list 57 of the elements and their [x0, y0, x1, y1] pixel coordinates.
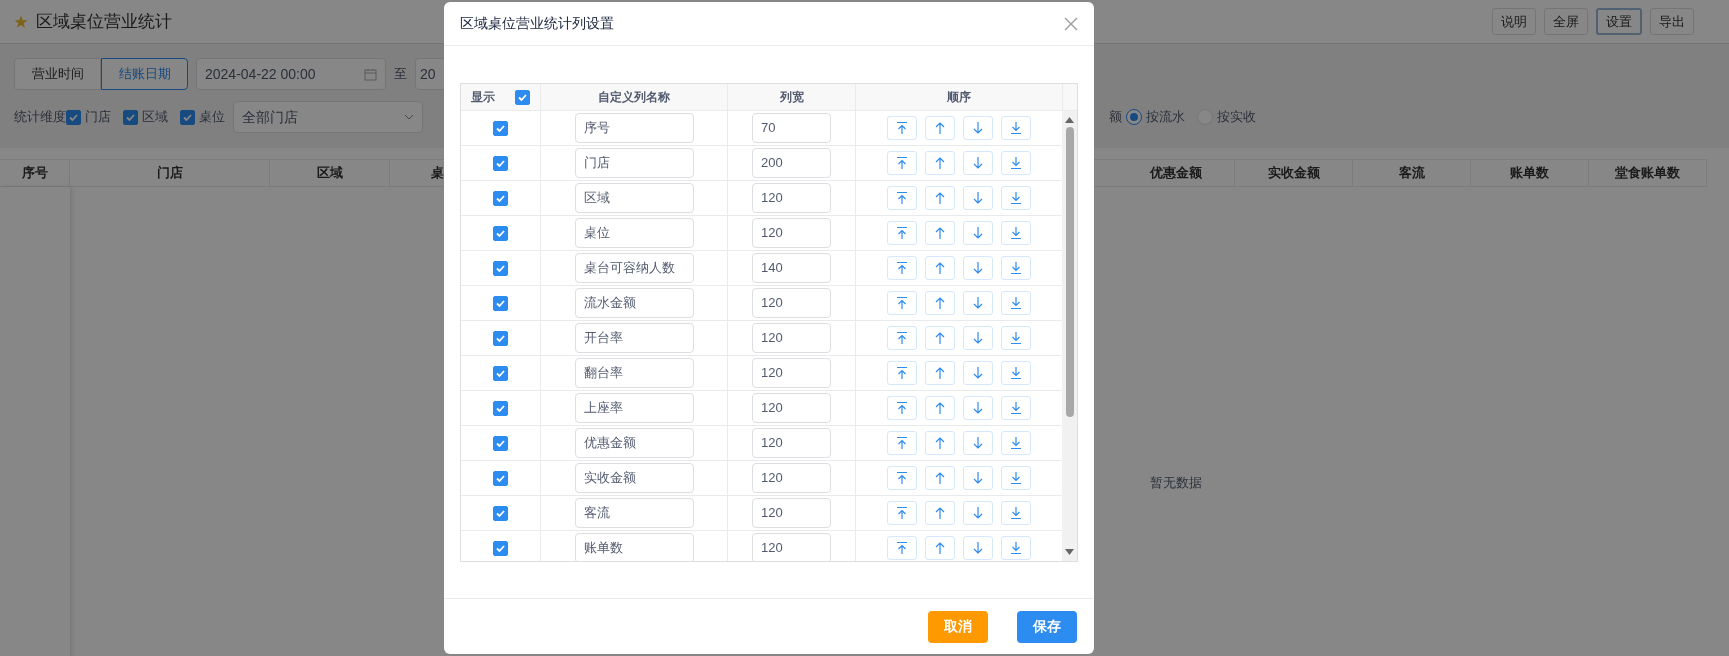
- width-input[interactable]: 120: [752, 428, 831, 458]
- name-input[interactable]: 优惠金额: [574, 428, 694, 458]
- column-header: 区域: [316, 164, 343, 183]
- checkbox-label: 桌位: [199, 108, 225, 127]
- name-input[interactable]: 桌位: [574, 218, 694, 248]
- empty-text: 暂无数据: [1150, 475, 1202, 490]
- column-header: 客流: [1398, 164, 1425, 183]
- column-header: 账单数: [1510, 164, 1549, 183]
- radio-label: 按流水: [1146, 108, 1185, 127]
- name-input[interactable]: 门店: [574, 148, 694, 178]
- amount-label: 额: [1109, 108, 1122, 127]
- column-header: 堂食账单数: [1615, 164, 1680, 183]
- toolbar-button[interactable]: 全屏: [1544, 7, 1588, 36]
- name-input[interactable]: 区域: [574, 183, 694, 213]
- name-input[interactable]: 实收金额: [574, 463, 694, 493]
- width-input[interactable]: 120: [752, 463, 831, 493]
- width-input[interactable]: 120: [752, 323, 831, 353]
- toolbar-button[interactable]: 说明: [1492, 7, 1536, 36]
- width-input[interactable]: 120: [752, 358, 831, 388]
- column-header: 顺序: [947, 89, 971, 106]
- column-header: 自定义列名称: [598, 89, 670, 106]
- column-header: 显示: [471, 89, 495, 106]
- store-select[interactable]: 全部门店: [233, 101, 423, 133]
- column-header: 桌: [431, 164, 444, 183]
- width-input[interactable]: 120: [752, 393, 831, 423]
- name-input[interactable]: 序号: [574, 113, 694, 143]
- column-header: 实收金额: [1267, 164, 1320, 183]
- name-input[interactable]: 账单数: [574, 533, 694, 561]
- column-header: 门店: [156, 164, 183, 183]
- dimension-label: 统计维度: [14, 108, 66, 127]
- to-label: 至: [394, 65, 407, 84]
- radio-label: 按实收: [1217, 108, 1256, 127]
- width-input[interactable]: 120: [752, 498, 831, 528]
- page-title: 区域桌位营业统计: [36, 10, 172, 33]
- toolbar-button[interactable]: 设置: [1596, 7, 1642, 36]
- name-input[interactable]: 开台率: [574, 323, 694, 353]
- date-field[interactable]: 2024-04-22 00:00: [196, 58, 386, 90]
- name-input[interactable]: 客流: [574, 498, 694, 528]
- width-input[interactable]: 140: [752, 253, 831, 283]
- column-header: 序号: [21, 164, 48, 183]
- dialog-title: 区域桌位营业统计列设置: [460, 14, 614, 33]
- name-input[interactable]: 桌台可容纳人数: [574, 253, 694, 283]
- checkbox-label: 门店: [85, 108, 111, 127]
- checkbox-label: 区域: [142, 108, 168, 127]
- name-input[interactable]: 上座率: [574, 393, 694, 423]
- width-input[interactable]: 70: [752, 113, 831, 143]
- name-input[interactable]: 流水金额: [574, 288, 694, 318]
- name-input[interactable]: 翻台率: [574, 358, 694, 388]
- width-input[interactable]: 200: [752, 148, 831, 178]
- column-header: 列宽: [779, 89, 804, 106]
- width-input[interactable]: 120: [752, 533, 831, 561]
- width-input[interactable]: 120: [752, 218, 831, 248]
- column-header: 优惠金额: [1149, 164, 1202, 183]
- date-mode-tab[interactable]: 营业时间: [14, 58, 101, 90]
- width-input[interactable]: 120: [752, 183, 831, 213]
- width-input[interactable]: 120: [752, 288, 831, 318]
- toolbar-button[interactable]: 导出: [1650, 7, 1694, 36]
